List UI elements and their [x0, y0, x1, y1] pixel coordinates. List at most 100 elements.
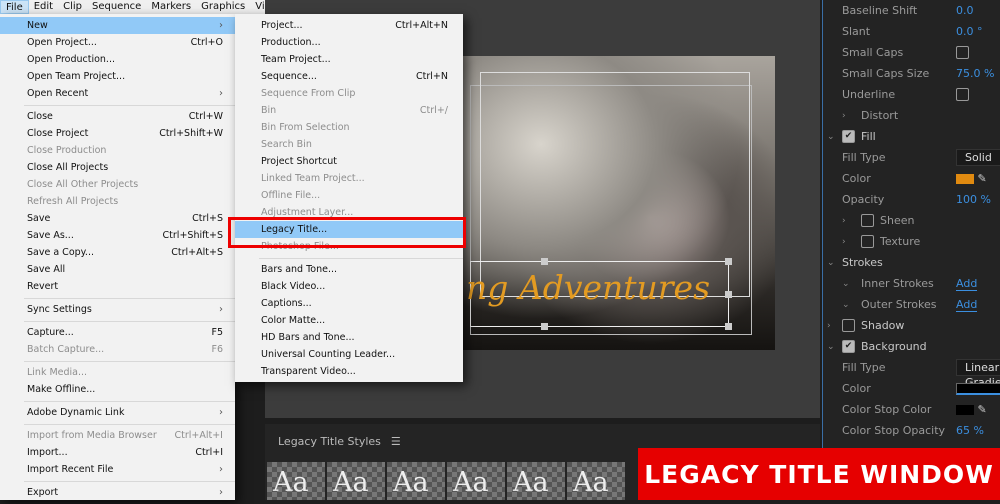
dropdown[interactable]: Solid: [956, 149, 1000, 166]
eyedropper-icon[interactable]: ✎: [974, 403, 986, 416]
menu-item-adjustment-layer[interactable]: Adjustment Layer...: [235, 204, 463, 221]
chevron-right-icon[interactable]: ›: [842, 237, 846, 247]
menu-item-sync-settings[interactable]: Sync Settings ›: [0, 301, 235, 318]
menu-item-offline-file[interactable]: Offline File...: [235, 187, 463, 204]
resize-handle[interactable]: [541, 323, 548, 330]
checkbox[interactable]: [842, 319, 855, 332]
chevron-right-icon[interactable]: ›: [842, 216, 846, 226]
menu-graphics[interactable]: Graphics: [196, 0, 250, 14]
resize-handle[interactable]: [725, 291, 732, 298]
color-swatch[interactable]: [956, 174, 974, 184]
menu-item-transparent-video[interactable]: Transparent Video...: [235, 363, 463, 380]
style-thumbnail[interactable]: Aa: [387, 462, 445, 500]
checkbox[interactable]: [956, 46, 969, 59]
dropdown[interactable]: Linear Gradient: [956, 359, 1000, 389]
style-thumbnail[interactable]: Aa: [327, 462, 385, 500]
menu-item-new[interactable]: New ›: [0, 17, 235, 34]
menu-item-photoshop-file[interactable]: Photoshop File...: [235, 238, 463, 255]
title-text[interactable]: ng Adventures: [466, 268, 710, 307]
menu-item-batch-capture[interactable]: Batch Capture... F6: [0, 341, 235, 358]
menu-clip[interactable]: Clip: [58, 0, 87, 14]
property-value[interactable]: 0.0 °: [956, 25, 983, 38]
menu-item-close-project[interactable]: Close Project Ctrl+Shift+W: [0, 125, 235, 142]
chevron-right-icon[interactable]: ›: [842, 111, 846, 121]
resize-handle[interactable]: [725, 258, 732, 265]
menu-item-open-recent[interactable]: Open Recent ›: [0, 85, 235, 102]
chevron-down-icon[interactable]: ⌄: [827, 342, 835, 352]
menu-item-label: Capture...: [27, 327, 74, 338]
menu-item-close-production[interactable]: Close Production: [0, 142, 235, 159]
menu-item-revert[interactable]: Revert: [0, 278, 235, 295]
menu-item-link-media[interactable]: Link Media...: [0, 364, 235, 381]
menu-item-bars-and-tone[interactable]: Bars and Tone...: [235, 261, 463, 278]
chevron-down-icon[interactable]: ⌄: [842, 300, 850, 310]
menu-item-open-production[interactable]: Open Production...: [0, 51, 235, 68]
checkbox[interactable]: [956, 88, 969, 101]
menu-item-label: Open Production...: [27, 54, 115, 65]
menu-item-color-matte[interactable]: Color Matte...: [235, 312, 463, 329]
menu-item-adobe-dynamic-link[interactable]: Adobe Dynamic Link ›: [0, 404, 235, 421]
property-value[interactable]: 0.0: [956, 4, 974, 17]
eyedropper-icon[interactable]: ✎: [974, 172, 986, 185]
menu-item-bin-from-selection[interactable]: Bin From Selection: [235, 119, 463, 136]
menu-item-sequence-from-clip[interactable]: Sequence From Clip: [235, 85, 463, 102]
gradient-ramp[interactable]: [956, 382, 1000, 395]
menu-item-black-video[interactable]: Black Video...: [235, 278, 463, 295]
menu-item-make-offline[interactable]: Make Offline...: [0, 381, 235, 398]
checkbox[interactable]: ✔: [842, 130, 855, 143]
menu-item-import-recent-file[interactable]: Import Recent File ›: [0, 461, 235, 478]
menu-item-label: Universal Counting Leader...: [261, 349, 396, 360]
menu-item-project[interactable]: Project... Ctrl+Alt+N: [235, 17, 463, 34]
property-value[interactable]: 75.0 %: [956, 67, 994, 80]
menu-item-save-as[interactable]: Save As... Ctrl+Shift+S: [0, 227, 235, 244]
menu-item-close-all-projects[interactable]: Close All Projects: [0, 159, 235, 176]
property-value[interactable]: 65 %: [956, 424, 984, 437]
menu-item-search-bin[interactable]: Search Bin: [235, 136, 463, 153]
property-small-caps-size: Small Caps Size 75.0 %: [823, 63, 1000, 84]
chevron-down-icon[interactable]: ⌄: [842, 279, 850, 289]
color-swatch[interactable]: [956, 405, 974, 415]
menu-item-capture[interactable]: Capture... F5: [0, 324, 235, 341]
menu-item-save[interactable]: Save Ctrl+S: [0, 210, 235, 227]
menu-sequence[interactable]: Sequence: [87, 0, 146, 14]
menu-item-open-team-project[interactable]: Open Team Project...: [0, 68, 235, 85]
checkbox[interactable]: [861, 235, 874, 248]
menu-markers[interactable]: Markers: [146, 0, 196, 14]
style-thumbnail[interactable]: Aa: [267, 462, 325, 500]
menu-item-bin[interactable]: Bin Ctrl+/: [235, 102, 463, 119]
style-thumbnail[interactable]: Aa: [507, 462, 565, 500]
menu-item-import[interactable]: Import... Ctrl+I: [0, 444, 235, 461]
checkbox[interactable]: [861, 214, 874, 227]
menu-item-universal-counting-leader[interactable]: Universal Counting Leader...: [235, 346, 463, 363]
menu-item-close-all-other-projects[interactable]: Close All Other Projects: [0, 176, 235, 193]
menu-item-legacy-title[interactable]: Legacy Title...: [235, 221, 463, 238]
chevron-right-icon[interactable]: ›: [827, 321, 831, 331]
style-thumbnail[interactable]: Aa: [567, 462, 625, 500]
menu-item-import-from-media-browser[interactable]: Import from Media Browser Ctrl+Alt+I: [0, 427, 235, 444]
menu-item-export[interactable]: Export ›: [0, 484, 235, 501]
panel-menu-icon[interactable]: ☰: [391, 435, 401, 448]
menu-item-captions[interactable]: Captions...: [235, 295, 463, 312]
menu-file[interactable]: File: [0, 0, 29, 14]
menu-item-hd-bars-and-tone[interactable]: HD Bars and Tone...: [235, 329, 463, 346]
resize-handle[interactable]: [541, 258, 548, 265]
menu-item-production[interactable]: Production...: [235, 34, 463, 51]
chevron-down-icon[interactable]: ⌄: [827, 258, 835, 268]
menu-item-open-project[interactable]: Open Project... Ctrl+O: [0, 34, 235, 51]
menu-item-save-all[interactable]: Save All: [0, 261, 235, 278]
menu-item-team-project[interactable]: Team Project...: [235, 51, 463, 68]
menu-item-save-a-copy[interactable]: Save a Copy... Ctrl+Alt+S: [0, 244, 235, 261]
menu-item-project-shortcut[interactable]: Project Shortcut: [235, 153, 463, 170]
chevron-down-icon[interactable]: ⌄: [827, 132, 835, 142]
menu-item-linked-team-project[interactable]: Linked Team Project...: [235, 170, 463, 187]
resize-handle[interactable]: [725, 323, 732, 330]
menu-item-refresh-all-projects[interactable]: Refresh All Projects: [0, 193, 235, 210]
checkbox[interactable]: ✔: [842, 340, 855, 353]
menu-item-close[interactable]: Close Ctrl+W: [0, 108, 235, 125]
menu-item-sequence[interactable]: Sequence... Ctrl+N: [235, 68, 463, 85]
style-thumbnail[interactable]: Aa: [447, 462, 505, 500]
add-button[interactable]: Add: [956, 298, 978, 312]
menu-edit[interactable]: Edit: [29, 0, 58, 14]
add-button[interactable]: Add: [956, 277, 978, 291]
property-value[interactable]: 100 %: [956, 193, 991, 206]
